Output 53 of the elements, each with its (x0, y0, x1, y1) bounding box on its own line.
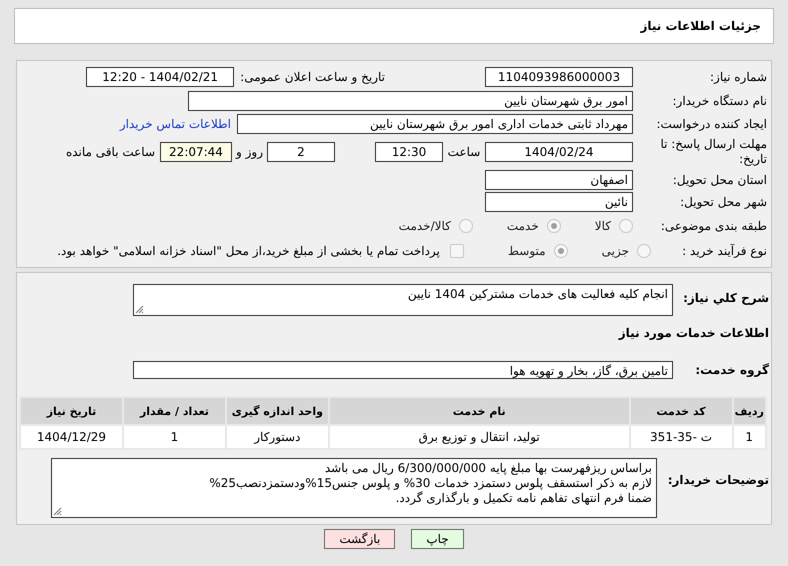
column-header: کد خدمت (630, 398, 732, 424)
field-label: شرح کلي نیاز: (682, 291, 769, 305)
field-label: مهلت ارسال پاسخ: تا تاریخ: (659, 137, 768, 167)
back-button[interactable]: بازگشت (324, 529, 396, 549)
announce-date-field[interactable]: 1404/02/21 - 12:20 (86, 67, 234, 87)
page-title: جزئیات اطلاعات نیاز (640, 19, 761, 33)
print-button[interactable]: چاپ (411, 529, 464, 549)
field-label: ساعت باقی مانده (66, 145, 155, 159)
category-radio[interactable]: کالا (594, 218, 633, 232)
service-group-field[interactable]: تامین برق، گاز، بخار و تهویه هوا (133, 361, 673, 379)
column-header: نام خدمت (330, 398, 629, 424)
city-field[interactable]: نائین (485, 192, 633, 212)
contact-info-link[interactable]: اطلاعات تماس خریدار (120, 117, 231, 131)
field-label: طبقه بندی موضوعی: (660, 218, 768, 232)
remaining-time-field[interactable]: 22:07:44 (160, 142, 232, 162)
field-label: تاریخ و ساعت اعلان عمومی: (240, 70, 385, 84)
table-cell: 1 (124, 426, 225, 448)
buyer-notes-field[interactable]: براساس ریزفهرست بها مبلغ پایه 6/300/000/000 ریال می باشد لازم به ذکر استسقف پلوس دستمزد خدمات 30% و پلوس جنس15%ودستمزدنصب25% ضمنا فرم انتهای تفاهم نامه تکمیل و بارگذاری گردد. (51, 458, 657, 518)
table-cell: 1 (734, 426, 765, 448)
table-cell: ت -35-351 (630, 426, 732, 448)
field-label: گروه خدمت: (694, 363, 769, 377)
process-radio[interactable]: متوسط (508, 244, 568, 258)
field-label: نوع فرآیند خرید : (681, 244, 768, 258)
table-cell: دستورکار (226, 426, 328, 448)
column-header: تعداد / مقدار (124, 398, 225, 424)
table-cell: 1404/12/29 (21, 426, 122, 448)
deadline-date-field[interactable]: 1404/02/24 (485, 142, 633, 162)
field-label: توضیحات خریدار: (666, 473, 769, 487)
field-label: روز و (236, 145, 263, 159)
category-radio[interactable]: کالا/خدمت (398, 218, 473, 232)
column-header: تاریخ نیاز (21, 398, 122, 424)
field-label: ساعت (446, 145, 482, 159)
field-label: استان محل تحویل: (672, 173, 768, 187)
treasury-payment-checkbox[interactable]: پرداخت تمام یا بخشی از مبلغ خرید،از محل "اسناد خزانه اسلامی" خواهد بود. (57, 244, 464, 258)
field-label: شهر محل تحویل: (679, 195, 768, 209)
resize-grip-icon[interactable] (53, 507, 62, 516)
section-title: اطلاعات خدمات مورد نیاز (618, 326, 769, 340)
buyer-org-field[interactable]: امور برق شهرستان نایین (188, 91, 633, 111)
need-number-field[interactable]: 1104093986000003 (485, 67, 633, 87)
column-header: ردیف (734, 398, 765, 424)
need-summary-field[interactable]: انجام کلیه فعالیت های خدمات مشترکین 1404 نایین (133, 284, 673, 316)
table-cell: تولید، انتقال و توزیع برق (330, 426, 629, 448)
process-radio[interactable]: جزیی (602, 244, 651, 258)
field-label: نام دستگاه خریدار: (672, 94, 768, 108)
resize-grip-icon[interactable] (135, 305, 144, 314)
days-field[interactable]: 2 (267, 142, 335, 162)
category-radio[interactable]: خدمت (506, 218, 561, 232)
deadline-time-field[interactable]: 12:30 (375, 142, 443, 162)
province-field[interactable]: اصفهان (485, 170, 633, 190)
requester-field[interactable]: مهرداد ثابتی خدمات اداری امور برق شهرستان نایین (237, 114, 633, 134)
column-header: واحد اندازه گیری (226, 398, 328, 424)
field-label: شماره نیاز: (709, 70, 768, 84)
field-label: ایجاد کننده درخواست: (655, 117, 768, 131)
